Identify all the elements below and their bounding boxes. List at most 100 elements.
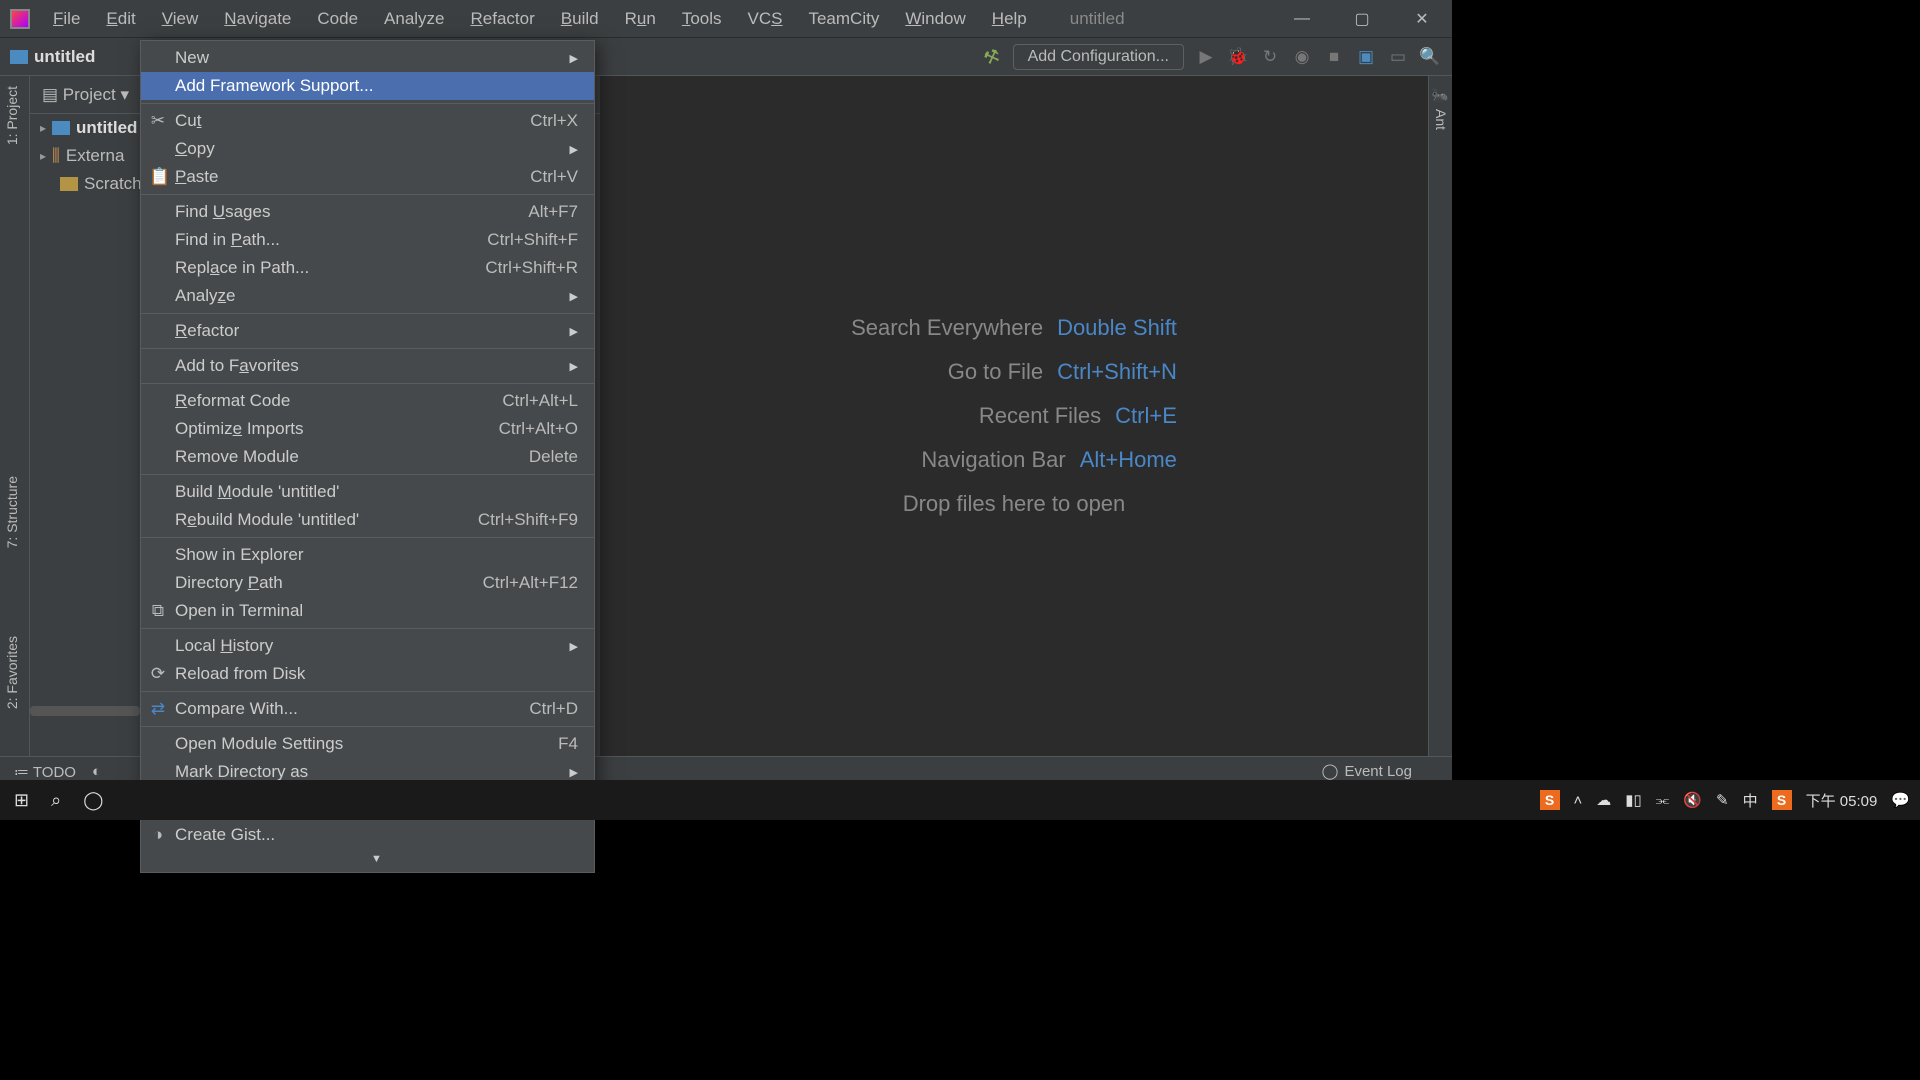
update-icon[interactable]: ▣ [1356, 47, 1376, 67]
notifications-icon[interactable]: 💬 [1891, 791, 1910, 809]
minimize-button[interactable]: — [1272, 0, 1332, 38]
cortana-button[interactable]: ◯ [83, 790, 103, 811]
coverage-icon[interactable]: ↻ [1260, 47, 1280, 67]
app-icon [10, 9, 30, 29]
tab-ant[interactable]: 🐜 Ant [1433, 88, 1449, 130]
menu-vcs[interactable]: VCS [735, 0, 796, 38]
project-scrollbar[interactable] [30, 706, 140, 716]
menu-file[interactable]: File [40, 0, 93, 38]
hint-goto-file: Go to File [948, 359, 1043, 385]
tab-structure[interactable]: 7: Structure [4, 476, 20, 548]
folder-icon [10, 50, 28, 64]
ctx-refactor[interactable]: Refactor▶ [141, 317, 594, 345]
compare-icon: ⇄ [149, 699, 167, 719]
debug-icon[interactable]: 🐞 [1228, 47, 1248, 67]
ctx-sep [141, 103, 594, 104]
menu-tools[interactable]: Tools [669, 0, 735, 38]
reload-icon: ⟳ [149, 664, 167, 684]
tab-project[interactable]: 1: Project [4, 86, 20, 145]
ctx-remove-module[interactable]: Remove ModuleDelete [141, 443, 594, 471]
ctx-optimize-imports[interactable]: Optimize ImportsCtrl+Alt+O [141, 415, 594, 443]
onedrive-icon[interactable]: ☁ [1596, 791, 1611, 809]
clock[interactable]: 下午 05:09 [1806, 790, 1878, 811]
ctx-reformat[interactable]: Reformat CodeCtrl+Alt+L [141, 387, 594, 415]
tray-expand-icon[interactable]: ˄ [1574, 792, 1583, 809]
ctx-open-terminal[interactable]: ⧉Open in Terminal [141, 597, 594, 625]
sogou-ime-icon[interactable]: S [1772, 790, 1792, 810]
ctx-add-to-favorites[interactable]: Add to Favorites▶ [141, 352, 594, 380]
menu-build[interactable]: Build [548, 0, 612, 38]
paste-icon: 📋 [149, 167, 167, 187]
tab-more[interactable]: ◐ [92, 763, 101, 780]
tab-todo[interactable]: ≔ TODO [14, 763, 76, 781]
toolbar-right: ⚒ Add Configuration... ▶ 🐞 ↻ ◉ ■ ▣ ▭ 🔍 [972, 38, 1452, 76]
menu-code[interactable]: Code [304, 0, 371, 38]
ctx-new[interactable]: New▶ [141, 44, 594, 72]
build-icon[interactable]: ⚒ [981, 44, 1003, 69]
hint-recent-files: Recent Files [979, 403, 1101, 429]
hint-recent-shortcut: Ctrl+E [1115, 403, 1177, 429]
left-gutter: 1: Project 7: Structure 2: Favorites [0, 76, 30, 756]
ctx-sep [141, 348, 594, 349]
hint-drop-files: Drop files here to open [903, 491, 1126, 517]
pen-icon[interactable]: ✎ [1716, 791, 1729, 809]
ime-icon[interactable]: 中 [1743, 790, 1758, 811]
menu-edit[interactable]: Edit [93, 0, 148, 38]
ctx-open-module-settings[interactable]: Open Module SettingsF4 [141, 730, 594, 758]
ctx-reload-from-disk[interactable]: ⟳Reload from Disk [141, 660, 594, 688]
ctx-compare-with[interactable]: ⇄Compare With...Ctrl+D [141, 695, 594, 723]
menu-run[interactable]: Run [612, 0, 669, 38]
volume-icon[interactable]: 🔇 [1683, 791, 1702, 809]
ctx-build-module[interactable]: Build Module 'untitled' [141, 478, 594, 506]
ctx-add-framework[interactable]: Add Framework Support... [141, 72, 594, 100]
hint-nav-shortcut: Alt+Home [1080, 447, 1177, 473]
add-configuration-button[interactable]: Add Configuration... [1013, 44, 1184, 70]
ctx-sep [141, 194, 594, 195]
run-icon[interactable]: ▶ [1196, 47, 1216, 67]
terminal-icon: ⧉ [149, 601, 167, 621]
ctx-cut[interactable]: ✂CutCtrl+X [141, 107, 594, 135]
ctx-paste[interactable]: 📋PasteCtrl+V [141, 163, 594, 191]
menu-navigate[interactable]: Navigate [211, 0, 304, 38]
menu-view[interactable]: View [149, 0, 212, 38]
breadcrumb-project[interactable]: untitled [34, 47, 95, 67]
windows-taskbar: ⊞ ⌕ ◯ S ˄ ☁ ▮▯ ⫘ 🔇 ✎ 中 S 下午 05:09 💬 [0, 780, 1920, 820]
project-view-select[interactable]: ▤ Project ▾ [42, 85, 129, 105]
ctx-copy[interactable]: Copy▶ [141, 135, 594, 163]
menu-refactor[interactable]: Refactor [458, 0, 548, 38]
ctx-sep [141, 383, 594, 384]
close-button[interactable]: ✕ [1392, 0, 1452, 38]
editor-empty[interactable]: Search EverywhereDouble Shift Go to File… [600, 76, 1428, 756]
ctx-sep [141, 726, 594, 727]
maximize-button[interactable]: ▢ [1332, 0, 1392, 38]
stop-icon[interactable]: ■ [1324, 47, 1344, 67]
sogou-icon[interactable]: S [1540, 790, 1560, 810]
tab-favorites[interactable]: 2: Favorites [4, 636, 20, 709]
ctx-directory-path[interactable]: Directory PathCtrl+Alt+F12 [141, 569, 594, 597]
cut-icon: ✂ [149, 111, 167, 131]
ctx-scroll-down[interactable]: ▼ [141, 849, 594, 869]
ctx-find-in-path[interactable]: Find in Path...Ctrl+Shift+F [141, 226, 594, 254]
avd-icon[interactable]: ▭ [1388, 47, 1408, 67]
hint-nav-bar: Navigation Bar [921, 447, 1065, 473]
window-controls: — ▢ ✕ [1272, 0, 1452, 38]
hint-search-shortcut: Double Shift [1057, 315, 1177, 341]
editor-hints: Search EverywhereDouble Shift Go to File… [851, 297, 1177, 535]
battery-icon[interactable]: ▮▯ [1625, 791, 1642, 809]
ctx-create-gist[interactable]: ◑Create Gist... [141, 821, 594, 849]
ctx-find-usages[interactable]: Find UsagesAlt+F7 [141, 198, 594, 226]
search-button[interactable]: ⌕ [51, 790, 61, 811]
search-icon[interactable]: 🔍 [1420, 47, 1440, 67]
ctx-replace-in-path[interactable]: Replace in Path...Ctrl+Shift+R [141, 254, 594, 282]
ctx-show-explorer[interactable]: Show in Explorer [141, 541, 594, 569]
ctx-local-history[interactable]: Local History▶ [141, 632, 594, 660]
start-button[interactable]: ⊞ [14, 790, 29, 811]
profile-icon[interactable]: ◉ [1292, 47, 1312, 67]
menu-help[interactable]: Help [979, 0, 1040, 38]
ctx-analyze[interactable]: Analyze▶ [141, 282, 594, 310]
ctx-rebuild-module[interactable]: Rebuild Module 'untitled'Ctrl+Shift+F9 [141, 506, 594, 534]
menu-teamcity[interactable]: TeamCity [795, 0, 892, 38]
wifi-icon[interactable]: ⫘ [1656, 792, 1670, 809]
menu-window[interactable]: Window [892, 0, 978, 38]
menu-analyze[interactable]: Analyze [371, 0, 457, 38]
